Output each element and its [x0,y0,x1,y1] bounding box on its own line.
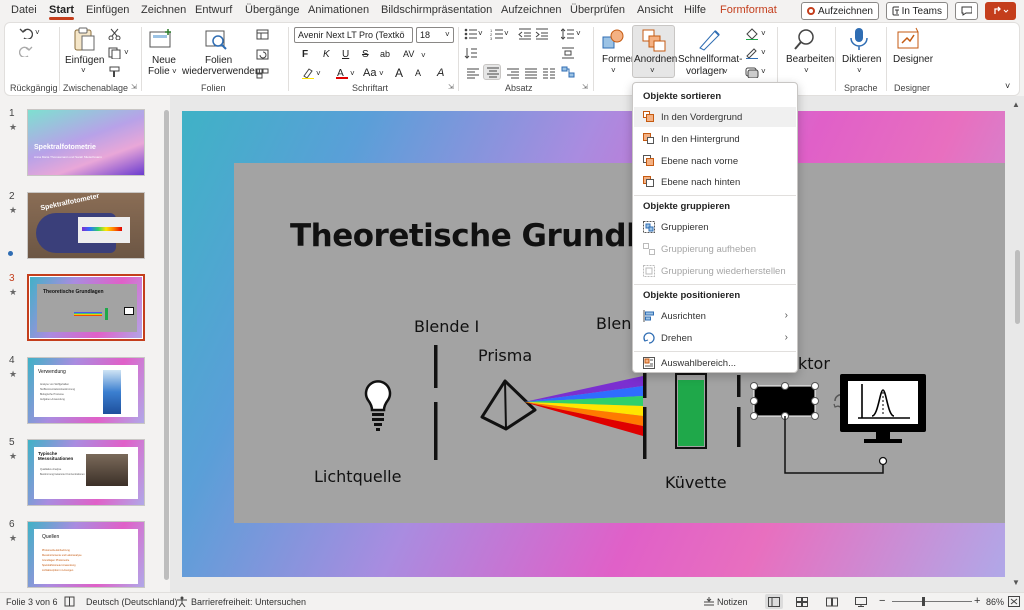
spellcheck-icon[interactable] [64,596,76,607]
label-prism[interactable]: Prisma [478,346,532,365]
label-detector[interactable]: ktor [798,354,830,373]
label-slit-two[interactable]: Blen [596,314,631,333]
align-icon [643,310,654,322]
selection-pane-icon [643,357,655,369]
menu-item-align[interactable]: Ausrichten › [634,306,796,326]
menu-item-send-backward[interactable]: Ebene nach hinten [634,172,796,192]
zoom-level[interactable]: 86% [986,597,1004,607]
menu-item-group[interactable]: Gruppieren [634,217,796,237]
cuvette [675,373,707,449]
label-slit-one[interactable]: Blende I [414,317,479,336]
label-cuvette[interactable]: Küvette [665,473,727,492]
light-bulb-icon [364,380,392,431]
zoom-slider[interactable] [892,601,972,602]
bring-forward-icon [643,155,654,166]
reading-view-icon[interactable] [826,597,838,607]
prism-icon [480,379,537,431]
section-header-position: Objekte positionieren [643,290,741,301]
menu-item-send-to-back[interactable]: In den Hintergrund [634,129,796,149]
monitor-icon [840,374,926,443]
menu-separator [634,195,796,196]
zoom-in-button[interactable]: + [974,595,980,607]
notes-icon[interactable] [703,596,715,607]
slit-three [737,375,741,447]
accessibility-icon[interactable] [176,596,188,607]
regroup-icon [643,265,655,277]
menu-separator [634,351,796,352]
detector-shape[interactable] [750,382,848,420]
menu-item-bring-forward[interactable]: Ebene nach vorne [634,151,796,171]
section-header-group: Objekte gruppieren [643,201,731,212]
zoom-slider-thumb[interactable] [922,597,925,606]
light-spectrum [524,376,643,436]
slide-info: Folie 3 von 6 [6,597,58,607]
menu-item-bring-to-front[interactable]: In den Vordergrund [634,107,796,127]
accessibility-status[interactable]: Barrierefreiheit: Untersuchen [191,597,306,607]
slide-sorter-icon[interactable] [796,597,808,607]
send-to-back-icon [643,133,654,144]
menu-item-selection-pane[interactable]: Auswahlbereich... [634,353,796,373]
submenu-chevron-icon: › [784,332,788,343]
menu-item-regroup: Gruppierung wiederherstellen [634,261,796,281]
send-backward-icon [643,176,654,187]
rotate-icon [643,332,655,344]
language-indicator[interactable]: Deutsch (Deutschland) [86,597,178,607]
notes-button[interactable]: Notizen [717,597,748,607]
status-bar: Folie 3 von 6 Deutsch (Deutschland) Barr… [0,592,1024,610]
menu-item-rotate[interactable]: Drehen › [634,328,796,348]
menu-separator [634,284,796,285]
spectrometer-diagram [364,345,926,474]
normal-view-button[interactable] [765,594,783,609]
slideshow-icon[interactable] [855,597,867,607]
submenu-chevron-icon: › [784,310,788,321]
ungroup-icon [643,243,655,255]
normal-view-icon [768,597,780,607]
slit-one [434,345,438,460]
section-header-order: Objekte sortieren [643,91,722,102]
fit-to-window-icon[interactable] [1008,596,1020,607]
label-light-source[interactable]: Lichtquelle [314,467,401,486]
arrange-dropdown-menu: Objekte sortieren In den Vordergrund In … [632,82,798,373]
group-icon [643,221,655,233]
bring-to-front-icon [643,111,654,122]
menu-item-ungroup: Gruppierung aufheben [634,239,796,259]
cable-connector [878,456,888,466]
slit-two [643,373,647,459]
zoom-out-button[interactable]: − [879,595,885,607]
